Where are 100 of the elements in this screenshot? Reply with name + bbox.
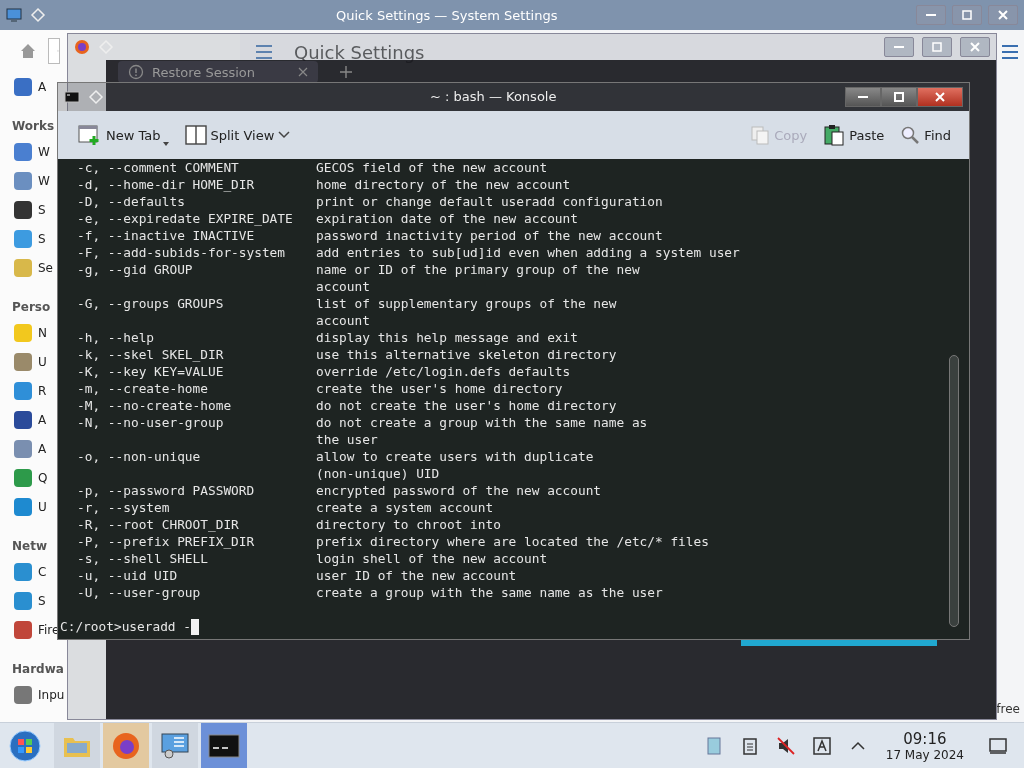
start-orb-icon[interactable] xyxy=(8,728,42,763)
sidebar-item[interactable]: S xyxy=(12,224,46,253)
window-title: Quick Settings — System Settings xyxy=(336,8,558,23)
close-button[interactable] xyxy=(960,37,990,57)
option-description: home directory of the new account xyxy=(316,176,571,193)
option-description: (non-unique) UID xyxy=(316,465,440,482)
option-text: -r, --system xyxy=(77,499,171,516)
sidebar-item[interactable]: U xyxy=(12,492,47,521)
split-view-button[interactable]: Split View xyxy=(180,121,295,149)
sidebar-item[interactable]: A xyxy=(12,72,47,101)
option-text: -h, --help xyxy=(77,329,156,346)
option-text: -d, --home-dir HOME_DIR xyxy=(77,176,256,193)
close-button[interactable] xyxy=(988,5,1018,25)
sidebar-item[interactable]: C xyxy=(12,557,47,586)
terminal-icon xyxy=(208,733,240,758)
sidebar-item[interactable]: Se xyxy=(12,253,53,282)
option-text: -e, --expiredate EXPIRE_DATE xyxy=(77,210,294,227)
minimize-icon xyxy=(858,96,868,98)
option-text: -N, --no-user-group xyxy=(77,414,225,431)
maximize-icon xyxy=(893,91,905,103)
clipboard-icon xyxy=(823,124,846,146)
paste-button[interactable]: Paste xyxy=(819,120,889,150)
option-text: -p, --password PASSWORD xyxy=(77,482,256,499)
sidebar-item[interactable]: U xyxy=(12,347,47,376)
option-text: -R, --root CHROOT_DIR xyxy=(77,516,240,533)
show-desktop-icon[interactable] xyxy=(988,735,1008,756)
option-text: -c, --comment COMMENT xyxy=(77,159,240,176)
section-header: Netw xyxy=(12,538,47,555)
option-text: -f, --inactive INACTIVE xyxy=(77,227,256,244)
search-field[interactable] xyxy=(48,38,60,64)
pin-icon[interactable] xyxy=(88,89,104,105)
sidebar-item[interactable]: A xyxy=(12,434,47,463)
minimize-button[interactable] xyxy=(845,87,881,107)
muted-speaker-icon[interactable] xyxy=(775,735,796,756)
section-header: Perso xyxy=(12,299,51,316)
close-button[interactable] xyxy=(917,87,963,107)
settings-task-button[interactable] xyxy=(152,723,198,768)
close-icon xyxy=(934,91,946,103)
status-text: free xyxy=(996,702,1020,716)
terminal-icon[interactable] xyxy=(64,89,80,105)
copy-icon xyxy=(750,125,771,145)
new-tab-icon[interactable] xyxy=(338,64,354,80)
new-tab-icon xyxy=(78,124,102,146)
minimize-icon xyxy=(894,46,904,48)
text-cursor xyxy=(191,618,199,635)
maximize-button[interactable] xyxy=(881,87,917,107)
keyboard-layout-icon[interactable] xyxy=(811,735,832,756)
option-description: do not create a group with the same name as xyxy=(316,414,648,431)
terminal-task-button[interactable] xyxy=(201,723,247,768)
option-description: create the user's home directory xyxy=(316,380,563,397)
firefox-task-button[interactable] xyxy=(103,723,149,768)
option-text: -K, --key KEY=VALUE xyxy=(77,363,225,380)
option-description: display this help message and exit xyxy=(316,329,578,346)
section-header: Works xyxy=(12,118,55,135)
section-header: Hardwa xyxy=(12,661,64,678)
option-description: the user xyxy=(316,431,378,448)
close-icon[interactable] xyxy=(298,67,308,77)
command-prompt[interactable]: C:/root>useradd - xyxy=(60,618,191,635)
option-description: account xyxy=(316,312,370,329)
option-description: create a system account xyxy=(316,499,494,516)
sidebar-item[interactable]: W xyxy=(12,166,50,195)
pin-icon[interactable] xyxy=(30,7,46,23)
option-description: use this alternative skeleton directory xyxy=(316,346,617,363)
option-text: -U, --user-group xyxy=(77,584,202,601)
sidebar-item[interactable]: R xyxy=(12,376,47,405)
sidebar-item[interactable]: S xyxy=(12,586,46,615)
close-icon xyxy=(997,9,1009,21)
window-title: ~ : bash — Konsole xyxy=(430,89,557,104)
scrollbar-thumb[interactable] xyxy=(949,355,959,627)
option-description: print or change default useradd configuration xyxy=(316,193,663,210)
option-description: directory to chroot into xyxy=(316,516,501,533)
minimize-icon xyxy=(926,14,936,16)
option-text: -D, --defaults xyxy=(77,193,186,210)
option-text: -k, --skel SKEL_DIR xyxy=(77,346,225,363)
option-text: -F, --add-subids-for-system xyxy=(77,244,287,261)
sidebar-item[interactable]: Inpu xyxy=(12,680,65,709)
sidebar-item[interactable]: S xyxy=(12,195,46,224)
option-description: encrypted password of the new account xyxy=(316,482,602,499)
monitor-icon[interactable] xyxy=(6,7,22,23)
sidebar-item[interactable]: A xyxy=(12,405,47,434)
find-button[interactable]: Find xyxy=(896,121,955,149)
sidebar-item[interactable]: N xyxy=(12,318,47,347)
option-description: add entries to sub[ud]id even when adding a system user xyxy=(316,244,740,261)
minimize-button[interactable] xyxy=(884,37,914,57)
sidebar-item[interactable]: W xyxy=(12,137,50,166)
clock[interactable]: 09:16 17 May 2024 xyxy=(885,729,964,762)
new-tab-button[interactable]: New Tab xyxy=(74,120,173,150)
option-text: -P, --prefix PREFIX_DIR xyxy=(77,533,256,550)
menu-icon[interactable] xyxy=(1000,42,1020,62)
close-icon xyxy=(969,41,981,53)
sidebar-item[interactable]: Q xyxy=(12,463,48,492)
menu-icon[interactable] xyxy=(254,42,274,62)
option-description: name or ID of the primary group of the new xyxy=(316,261,640,278)
browser-tab[interactable]: Restore Session xyxy=(118,61,318,83)
firefox-icon[interactable] xyxy=(74,39,90,55)
option-text: -G, --groups GROUPS xyxy=(77,295,225,312)
option-description: do not create the user's home directory xyxy=(316,397,617,414)
minimize-button[interactable] xyxy=(916,5,946,25)
option-description: list of supplementary groups of the new xyxy=(316,295,617,312)
info-icon xyxy=(128,64,144,80)
